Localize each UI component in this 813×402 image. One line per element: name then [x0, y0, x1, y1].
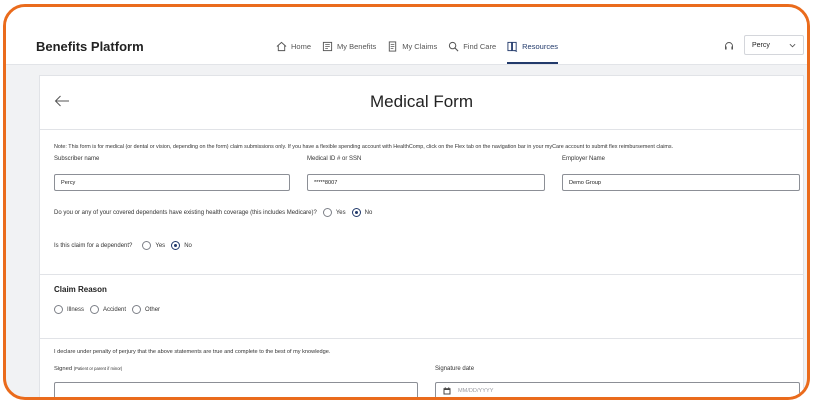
signed-hint: (Patient or parent if minor)	[73, 366, 123, 371]
chevron-down-icon	[789, 43, 796, 48]
nav-my-claims-label: My Claims	[402, 41, 438, 51]
subscriber-name-field[interactable]: Percy	[54, 174, 290, 191]
signature-date-label: Signature date	[435, 366, 475, 372]
medical-id-label: Medical ID # or SSN	[307, 156, 362, 162]
dependent-question: Is this claim for a dependent? Yes No	[54, 241, 192, 250]
main-nav: Home My Benefits My Claims Find Care Res…	[276, 35, 569, 64]
app-title: Benefits Platform	[36, 39, 144, 54]
user-name: Percy	[752, 42, 770, 49]
nav-resources[interactable]: Resources	[507, 35, 558, 64]
claim-reason-title: Claim Reason	[54, 285, 107, 294]
coverage-no-radio[interactable]	[351, 208, 361, 217]
subscriber-name-label: Subscriber name	[54, 156, 100, 162]
medical-form-card: Medical Form Note: This form is for medi…	[39, 75, 804, 397]
declaration-text: I declare under penalty of perjury that …	[54, 349, 331, 355]
coverage-question: Do you or any of your covered dependents…	[54, 208, 372, 217]
search-icon	[449, 41, 459, 51]
reason-accident-label: Accident	[103, 306, 127, 313]
nav-home-label: Home	[291, 41, 312, 51]
claim-reason-options: Illness Accident Other	[48, 305, 160, 314]
subscriber-name-value: Percy	[61, 180, 76, 186]
signed-label-text: Signed	[54, 366, 73, 372]
user-account-select[interactable]: Percy	[744, 35, 804, 55]
coverage-question-text: Do you or any of your covered dependents…	[54, 209, 317, 216]
medical-id-value: *****8007	[314, 180, 338, 186]
resources-icon	[507, 41, 518, 52]
signed-label: Signed (Patient or parent if minor)	[54, 366, 122, 372]
page-title: Medical Form	[370, 92, 473, 111]
home-icon	[276, 41, 287, 51]
nav-my-benefits-label: My Benefits	[337, 41, 377, 51]
reason-illness-radio[interactable]	[54, 305, 63, 314]
reason-other-radio[interactable]	[132, 305, 142, 314]
reason-accident-radio[interactable]	[90, 305, 100, 314]
calendar-icon[interactable]	[443, 387, 451, 395]
dependent-no-label: No	[184, 242, 192, 249]
coverage-yes-radio[interactable]	[322, 208, 332, 217]
section-divider	[40, 338, 803, 339]
signature-date-field[interactable]: MM/DD/YYYY	[435, 382, 800, 397]
nav-home[interactable]: Home	[276, 35, 311, 57]
nav-resources-label: Resources	[522, 41, 558, 51]
employer-name-field[interactable]: Demo Group	[562, 174, 800, 191]
employer-name-value: Demo Group	[569, 180, 602, 186]
benefits-icon	[322, 41, 333, 51]
top-navigation-bar: Benefits Platform Home My Benefits My Cl…	[6, 7, 807, 65]
coverage-yes-label: Yes	[335, 209, 346, 216]
dependent-no-radio[interactable]	[171, 241, 181, 250]
employer-name-label: Employer Name	[562, 156, 606, 162]
support-headset-icon[interactable]	[724, 41, 734, 51]
nav-my-claims[interactable]: My Claims	[387, 35, 437, 57]
reason-other-label: Other	[145, 306, 161, 313]
dependent-yes-radio[interactable]	[142, 241, 152, 250]
nav-find-care-label: Find Care	[463, 41, 497, 51]
medical-id-field[interactable]: *****8007	[307, 174, 545, 191]
signature-field[interactable]	[54, 382, 418, 397]
claims-icon	[389, 40, 397, 52]
app-frame: Benefits Platform Home My Benefits My Cl…	[3, 4, 810, 400]
form-header: Medical Form	[40, 76, 803, 130]
nav-my-benefits[interactable]: My Benefits	[322, 35, 376, 57]
nav-find-care[interactable]: Find Care	[448, 35, 496, 57]
coverage-no-label: No	[364, 209, 373, 216]
form-note: Note: This form is for medical (or denta…	[54, 144, 674, 150]
dependent-question-text: Is this claim for a dependent?	[54, 242, 133, 249]
signature-date-placeholder: MM/DD/YYYY	[458, 388, 494, 394]
section-divider	[40, 274, 803, 275]
reason-illness-label: Illness	[67, 306, 85, 313]
dependent-yes-label: Yes	[155, 242, 166, 249]
